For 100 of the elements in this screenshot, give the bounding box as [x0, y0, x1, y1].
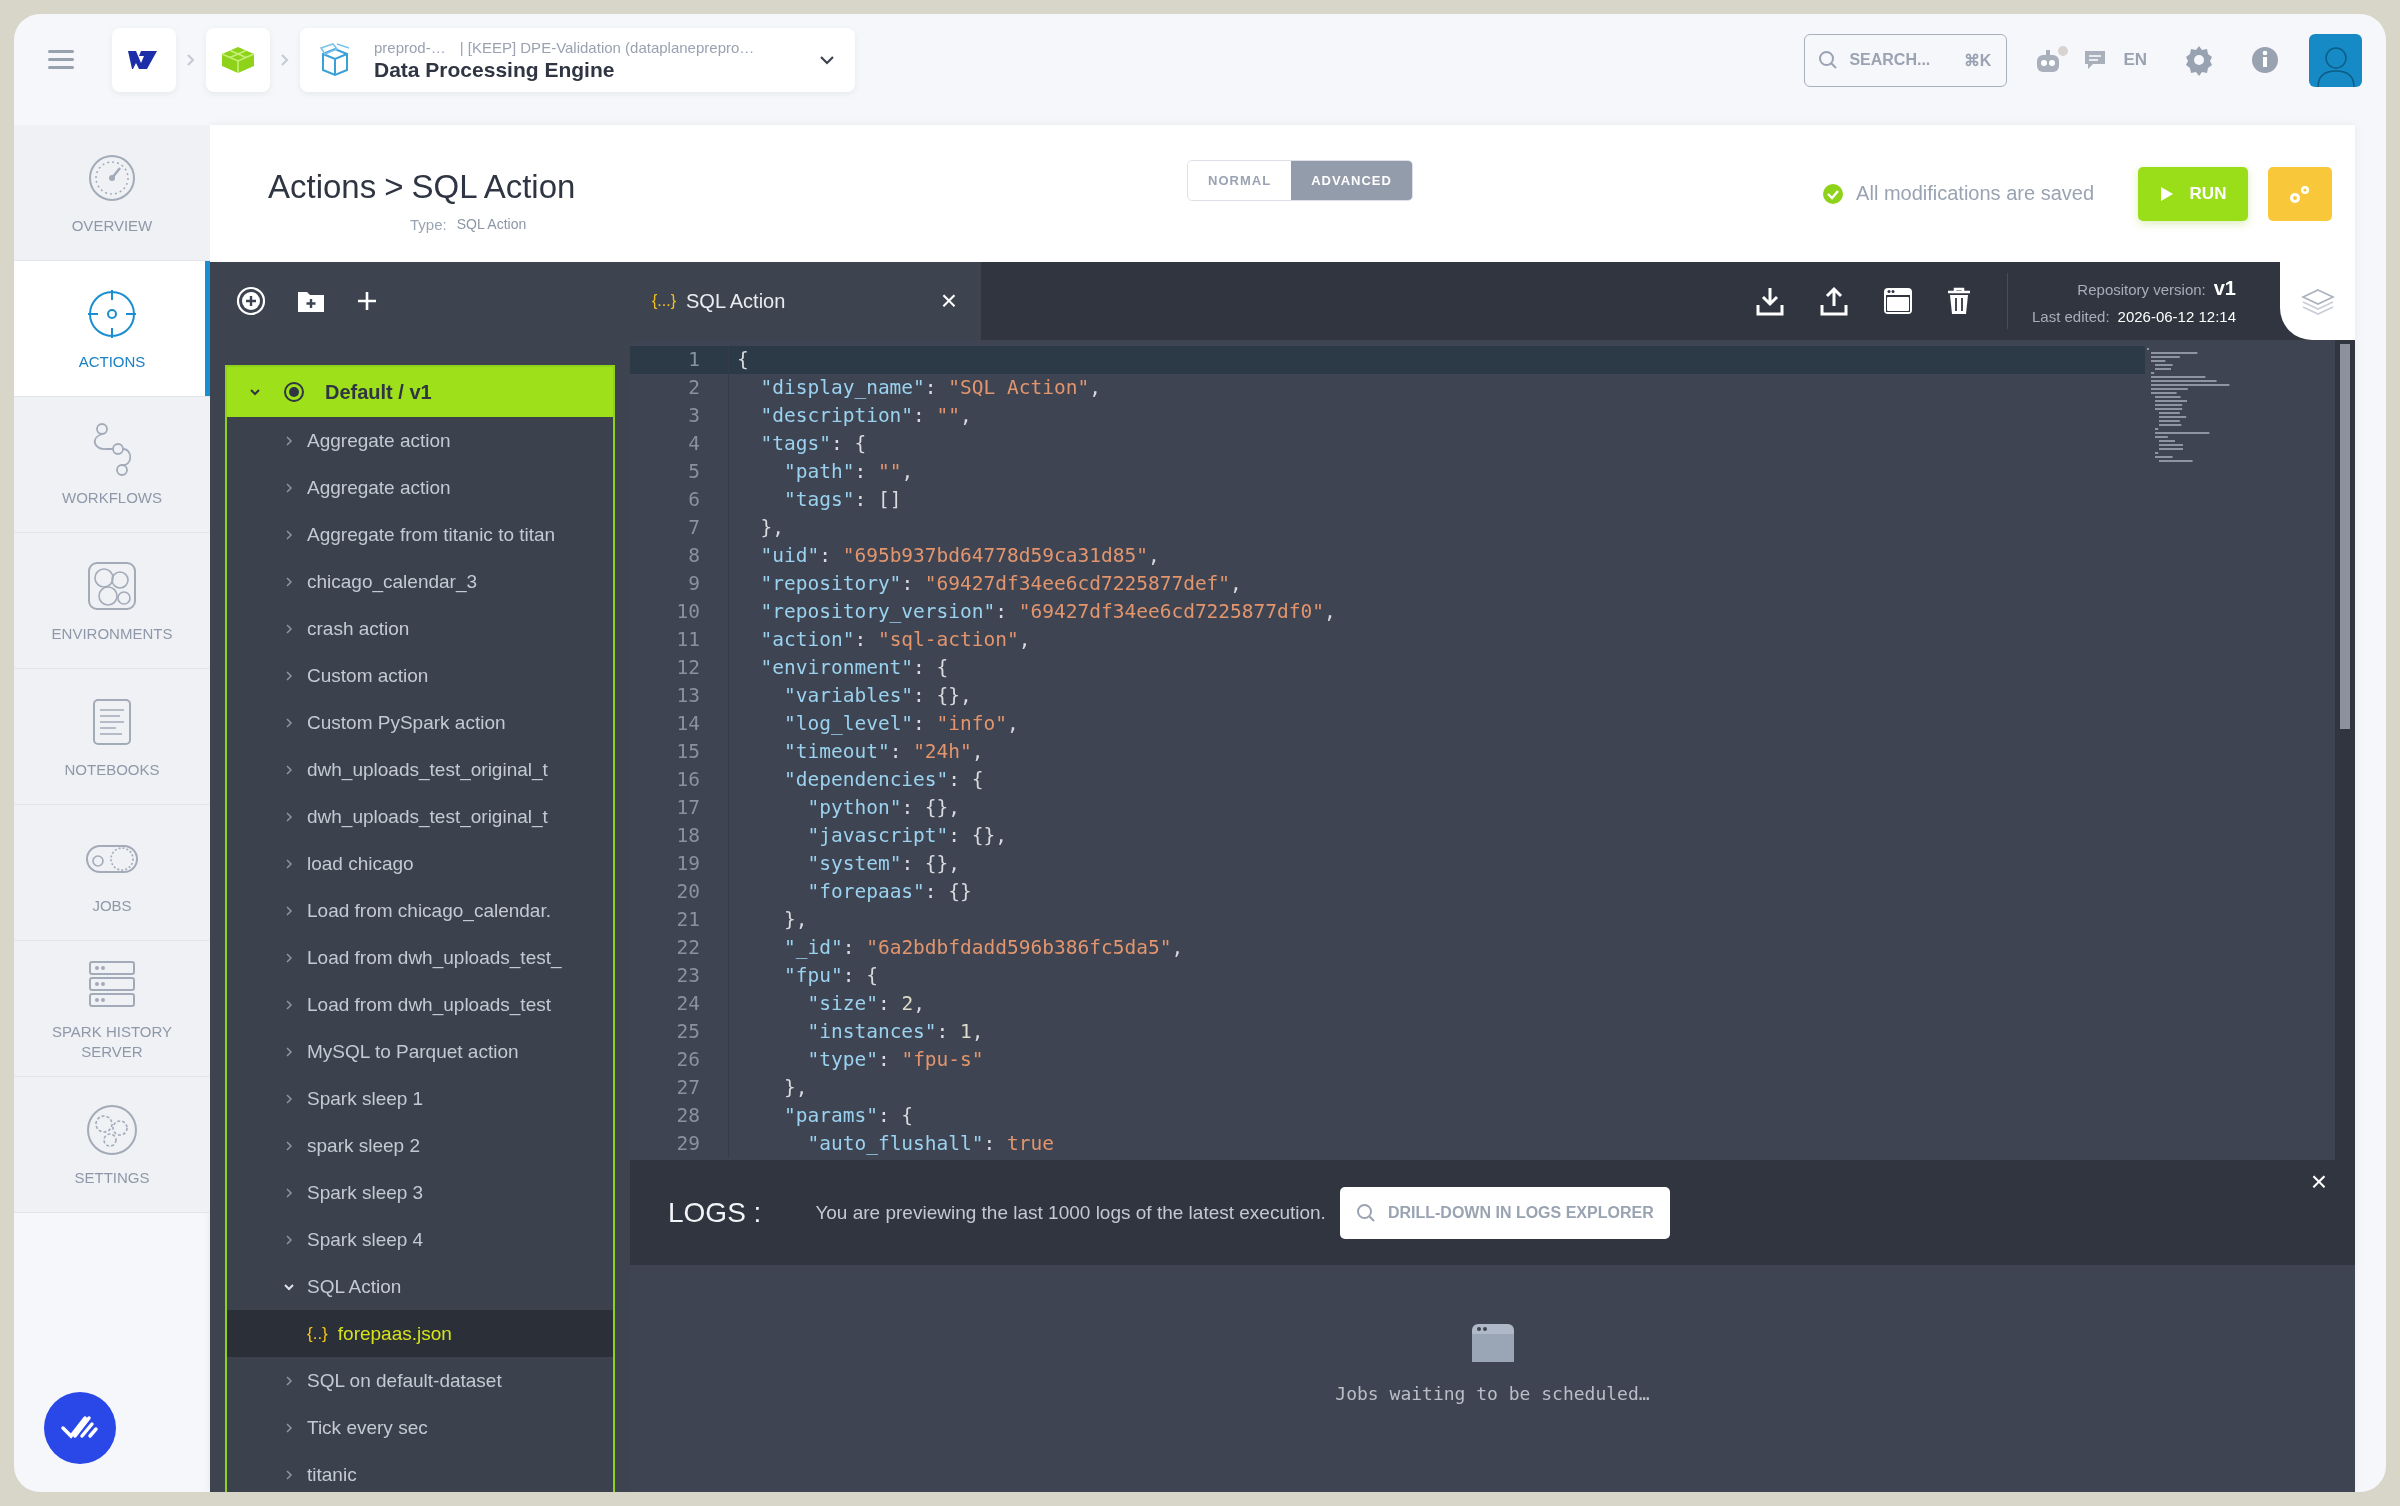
close-tab-button[interactable]: × — [940, 285, 957, 317]
code-line: "fpu": { — [782, 963, 878, 989]
tree-item[interactable]: spark sleep 2 — [227, 1122, 613, 1169]
chevron-right-icon — [283, 434, 295, 447]
code-line: "log_level": "info", — [782, 711, 1019, 737]
tree-root[interactable]: Default / v1 — [227, 367, 613, 417]
tree-item[interactable]: SQL Action — [227, 1263, 613, 1310]
check-circle-icon — [1822, 182, 1845, 205]
line-number: 18 — [630, 822, 729, 850]
json-file-icon: {...} — [652, 292, 677, 310]
line-number: 6 — [630, 486, 729, 514]
code-line: }, — [782, 907, 808, 933]
shortcut-hint: ⌘K — [1963, 50, 1992, 70]
breadcrumb-link[interactable]: Actions — [268, 168, 377, 206]
line-number: 4 — [630, 430, 729, 458]
tree-item[interactable]: Tick every sec — [227, 1404, 613, 1451]
close-logs-button[interactable]: × — [2310, 1166, 2327, 1198]
line-number: 16 — [630, 766, 729, 794]
code-line: { — [736, 347, 749, 373]
scrollbar-thumb[interactable] — [2340, 344, 2350, 729]
code-line: "tags": [] — [782, 487, 902, 513]
chevron-right-icon — [283, 1139, 295, 1152]
page-title: SQL Action — [411, 168, 576, 206]
type-label: Type: — [410, 216, 447, 233]
logo-card[interactable] — [112, 28, 176, 92]
line-number: 19 — [630, 850, 729, 878]
code-line: "uid": "695b937bd64778d59ca31d85", — [759, 543, 1160, 569]
tree-item[interactable]: Aggregate action — [227, 417, 613, 464]
chevron-right-icon — [283, 1186, 295, 1199]
tree-item[interactable]: Aggregate action — [227, 464, 613, 511]
tree-item[interactable]: SQL on default-dataset — [227, 1357, 613, 1404]
code-line: "dependencies": { — [782, 767, 984, 793]
tree-item[interactable]: dwh_uploads_test_original_t — [227, 746, 613, 793]
code-line: "environment": { — [759, 655, 949, 681]
trash-icon[interactable] — [1946, 287, 1971, 315]
tree-item[interactable]: MySQL to Parquet action — [227, 1028, 613, 1075]
add-icon[interactable] — [356, 290, 378, 312]
line-number: 27 — [630, 1074, 729, 1102]
line-number: 13 — [630, 682, 729, 710]
avatar[interactable] — [2309, 33, 2362, 87]
tree-item[interactable]: Spark sleep 1 — [227, 1075, 613, 1122]
tree-item[interactable]: Load from chicago_calendar. — [227, 887, 613, 934]
workspace-selector[interactable]: preprod-… | [KEEP] DPE-Validation (dataplanepreprо… Data Processing Engine — [300, 28, 855, 92]
code-line: "path": "", — [782, 459, 914, 485]
code-line: "action": "sql-action", — [759, 627, 1031, 653]
line-number: 1 — [630, 346, 729, 374]
last-edited-label: Last edited: — [2032, 308, 2110, 325]
tree-item[interactable]: Spark sleep 4 — [227, 1216, 613, 1263]
line-number: 7 — [630, 514, 729, 542]
tree-item[interactable]: crash action — [227, 605, 613, 652]
code-line: "_id": "6a2bdbfdadd596b386fc5da5", — [782, 935, 1184, 961]
chevron-right-icon — [283, 1045, 295, 1058]
tree-item[interactable]: titanic — [227, 1451, 613, 1492]
line-number: 26 — [630, 1046, 729, 1074]
code-line: "params": { — [782, 1103, 914, 1129]
chevron-right-icon — [283, 528, 295, 541]
cube-icon — [220, 45, 256, 75]
info-icon[interactable] — [2251, 46, 2279, 74]
upload-icon[interactable] — [1818, 286, 1849, 316]
code-line: "repository_version": "69427df34ee6cd7225877df0", — [759, 599, 1336, 625]
empty-state-message: Jobs waiting to be scheduled… — [1335, 1383, 1650, 1404]
chevron-right-icon — [283, 810, 295, 823]
chevron-right-icon — [283, 951, 295, 964]
json-file-icon: {..} — [307, 1323, 328, 1344]
editor-tab[interactable]: {...} SQL Action × — [630, 262, 981, 340]
version-value: v1 — [2213, 277, 2236, 300]
tree-item[interactable]: Aggregate from titanic to titan — [227, 511, 613, 558]
tree-file-item[interactable]: {..} forepaas.json — [227, 1310, 613, 1357]
browser-window-icon[interactable] — [1882, 287, 1913, 315]
search-icon — [1355, 1202, 1376, 1223]
chevron-right-icon — [283, 622, 295, 635]
chevron-right-icon — [283, 1092, 295, 1105]
layers-button[interactable] — [2280, 262, 2355, 340]
tree-item[interactable]: load chicago — [227, 840, 613, 887]
tree-item[interactable]: Custom PySpark action — [227, 699, 613, 746]
chevron-right-icon — [283, 904, 295, 917]
nav-item[interactable]: ACTIONS — [14, 261, 210, 397]
chevron-right-icon — [283, 998, 295, 1011]
chevron-right-icon — [280, 53, 290, 67]
line-number: 9 — [630, 570, 729, 598]
code-line: "system": {}, — [806, 851, 961, 877]
code-line: "auto_flushall": true — [806, 1131, 1054, 1157]
logs-message: You are previewing the last 1000 logs of the latest execution. — [815, 1201, 1326, 1224]
code-line: "tags": { — [759, 431, 867, 457]
tree-item[interactable]: Load from dwh_uploads_test_ — [227, 934, 613, 981]
add-circle-icon[interactable] — [236, 286, 266, 316]
tree-item[interactable]: chicago_calendar_3 — [227, 558, 613, 605]
line-number: 23 — [630, 962, 729, 990]
line-number: 29 — [630, 1130, 729, 1158]
line-number: 20 — [630, 878, 729, 906]
download-icon[interactable] — [1754, 286, 1785, 316]
tree-item[interactable]: Load from dwh_uploads_test — [227, 981, 613, 1028]
tree-item[interactable]: Custom action — [227, 652, 613, 699]
tree-item[interactable]: dwh_uploads_test_original_t — [227, 793, 613, 840]
last-edited-value: 2026-06-12 12:14 — [2117, 308, 2236, 325]
breadcrumb-separator: > — [384, 168, 404, 206]
chevron-down-icon — [249, 386, 261, 398]
line-number: 3 — [630, 402, 729, 430]
chevron-right-icon — [283, 857, 295, 870]
tree-item[interactable]: Spark sleep 3 — [227, 1169, 613, 1216]
